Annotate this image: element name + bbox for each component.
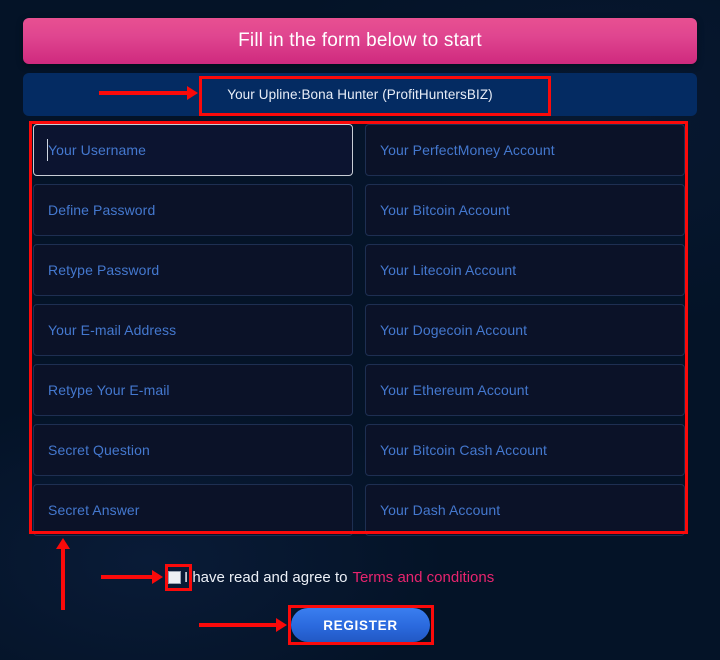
banner-title: Fill in the form below to start [238, 30, 482, 51]
form-field[interactable]: Secret Question [33, 424, 353, 476]
registration-form: Your Username Your PerfectMoney Account De… [33, 124, 685, 536]
field-placeholder: Your Bitcoin Cash Account [380, 442, 547, 458]
form-field[interactable]: Retype Your E-mail [33, 364, 353, 416]
form-field[interactable]: Your Bitcoin Cash Account [365, 424, 685, 476]
form-field[interactable]: Your E-mail Address [33, 304, 353, 356]
field-placeholder: Your Dogecoin Account [380, 322, 528, 338]
upline-label: Your Upline:Bona Hunter (ProfitHuntersBI… [227, 87, 493, 102]
field-placeholder: Your E-mail Address [48, 322, 177, 338]
terms-label: I have read and agree to [184, 568, 348, 586]
field-placeholder: Your Bitcoin Account [380, 202, 510, 218]
field-placeholder: Your Litecoin Account [380, 262, 517, 278]
field-placeholder: Define Password [48, 202, 156, 218]
field-placeholder: Retype Your E-mail [48, 382, 170, 398]
annotation-arrow-register [199, 618, 287, 632]
register-button[interactable]: REGISTER [291, 608, 430, 642]
terms-checkbox[interactable] [168, 570, 181, 584]
field-placeholder: Your Ethereum Account [380, 382, 529, 398]
registration-page: Fill in the form below to start Your Upl… [0, 0, 720, 660]
form-field[interactable]: Your Bitcoin Account [365, 184, 685, 236]
field-placeholder: Your Username [48, 142, 147, 158]
upline-bar: Your Upline:Bona Hunter (ProfitHuntersBI… [23, 73, 697, 116]
form-field[interactable]: Your Ethereum Account [365, 364, 685, 416]
form-field[interactable]: Your Dash Account [365, 484, 685, 536]
form-field[interactable]: Define Password [33, 184, 353, 236]
field-placeholder: Secret Answer [48, 502, 140, 518]
form-field[interactable]: Your Username [33, 124, 353, 176]
field-placeholder: Retype Password [48, 262, 160, 278]
page-banner: Fill in the form below to start [23, 18, 697, 64]
form-field[interactable]: Secret Answer [33, 484, 353, 536]
field-placeholder: Your Dash Account [380, 502, 501, 518]
form-field[interactable]: Your Dogecoin Account [365, 304, 685, 356]
terms-and-conditions-link[interactable]: Terms and conditions [352, 569, 494, 586]
terms-agreement-row: I have read and agree to Terms and condi… [168, 566, 494, 588]
text-caret [47, 139, 48, 161]
form-field[interactable]: Retype Password [33, 244, 353, 296]
annotation-arrow-checkbox [101, 570, 163, 584]
form-field[interactable]: Your Litecoin Account [365, 244, 685, 296]
annotation-arrow-form-fields [56, 538, 70, 610]
field-placeholder: Your PerfectMoney Account [380, 142, 555, 158]
form-field[interactable]: Your PerfectMoney Account [365, 124, 685, 176]
field-placeholder: Secret Question [48, 442, 150, 458]
